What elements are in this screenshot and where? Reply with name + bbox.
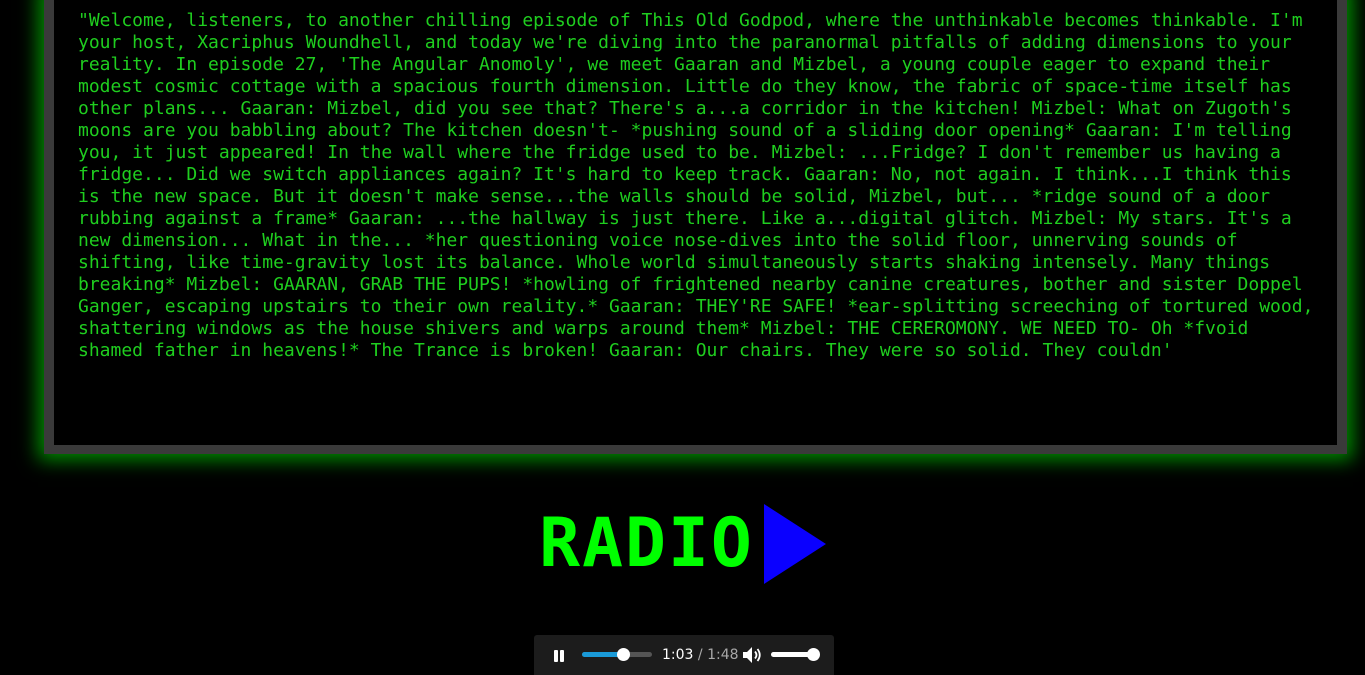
radio-label: RADIO: [539, 504, 754, 583]
current-time: 1:03: [662, 647, 694, 663]
speaker-volume-icon[interactable]: [742, 646, 762, 664]
transcript-screen: "Welcome, listeners, to another chilling…: [54, 0, 1337, 445]
volume-thumb[interactable]: [807, 648, 820, 661]
time-display: 1:03 / 1:48: [662, 647, 739, 663]
seek-thumb[interactable]: [616, 648, 630, 661]
duration: 1:48: [707, 647, 739, 663]
transcript-screen-frame: "Welcome, listeners, to another chilling…: [44, 0, 1347, 454]
play-triangle-icon[interactable]: [763, 504, 826, 584]
volume-slider[interactable]: [771, 648, 820, 661]
radio-header: RADIO: [0, 500, 1365, 588]
audio-player: 1:03 / 1:48: [534, 635, 834, 675]
seek-slider[interactable]: [582, 648, 652, 661]
transcript-text: "Welcome, listeners, to another chilling…: [78, 10, 1325, 361]
time-separator: /: [697, 647, 703, 663]
pause-icon[interactable]: [552, 649, 566, 663]
